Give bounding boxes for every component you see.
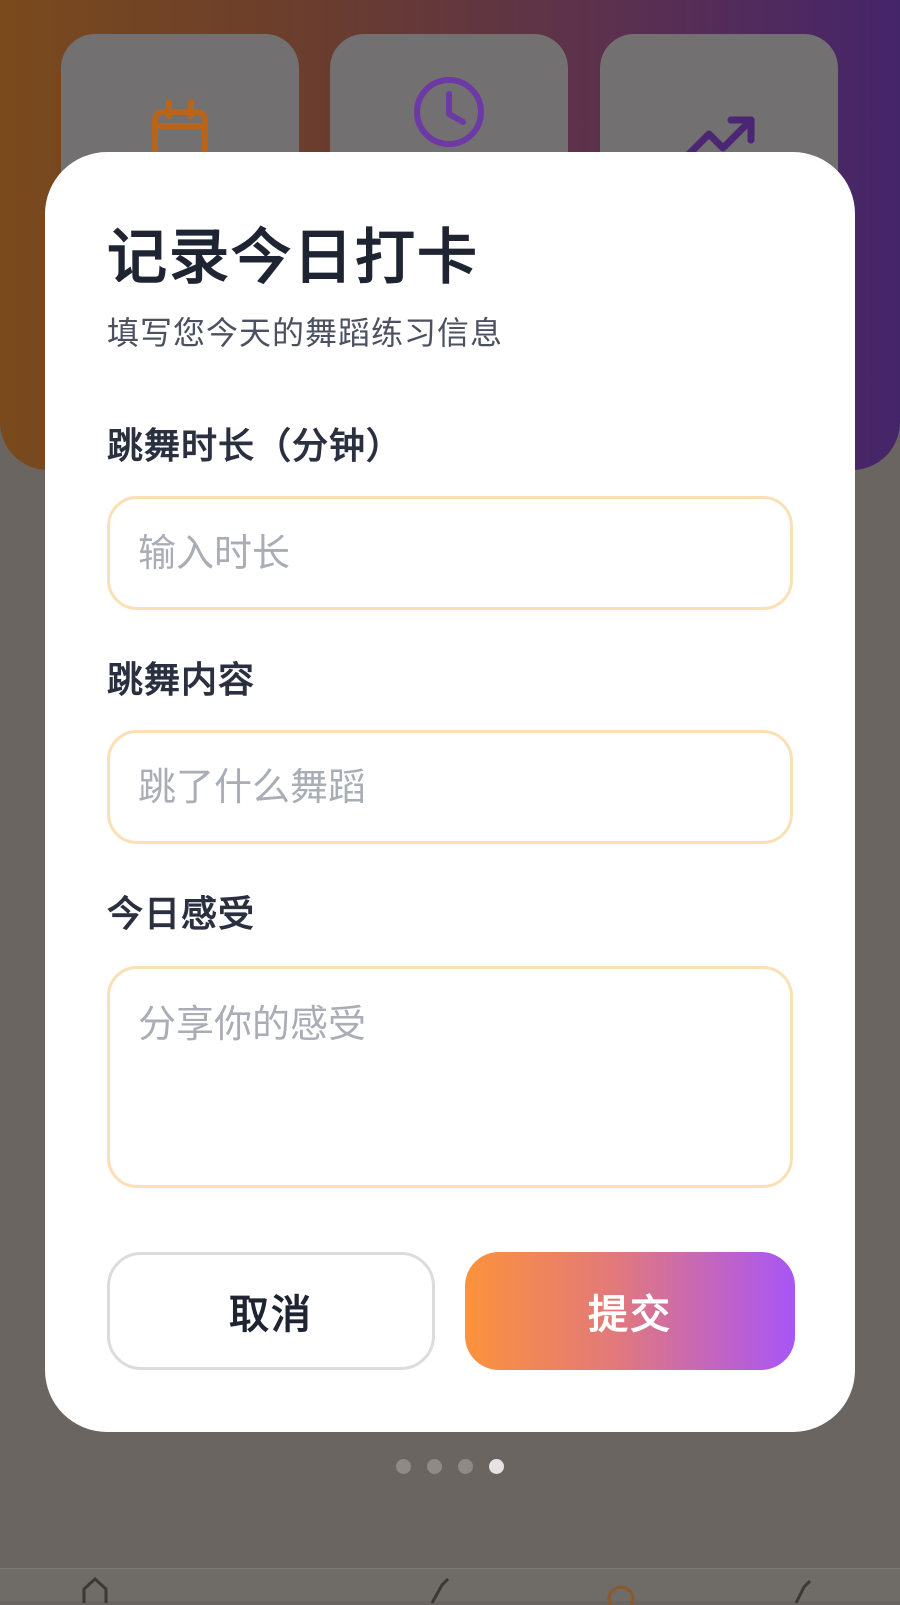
checkin-modal: 记录今日打卡 填写您今天的舞蹈练习信息 跳舞时长（分钟） 跳舞内容 今日感受 取…	[45, 152, 855, 1432]
content-input[interactable]	[107, 730, 793, 844]
page-dot[interactable]	[427, 1459, 442, 1474]
nav-check-icon[interactable]	[428, 1575, 458, 1605]
content-label: 跳舞内容	[107, 660, 256, 701]
bottom-nav	[0, 1568, 900, 1605]
nav-home-icon[interactable]	[80, 1575, 110, 1605]
feeling-textarea[interactable]	[107, 966, 793, 1188]
page-indicator	[0, 1459, 900, 1475]
duration-label: 跳舞时长（分钟）	[107, 426, 404, 467]
submit-button[interactable]: 提交	[465, 1252, 795, 1370]
cancel-button[interactable]: 取消	[107, 1252, 435, 1370]
page-dot[interactable]	[458, 1459, 473, 1474]
duration-input[interactable]	[107, 496, 793, 610]
modal-title: 记录今日打卡	[107, 223, 479, 293]
nav-more-icon[interactable]	[790, 1575, 820, 1605]
clock-icon	[414, 77, 484, 147]
nav-profile-icon[interactable]	[606, 1575, 636, 1605]
modal-subtitle: 填写您今天的舞蹈练习信息	[107, 314, 504, 352]
page-dot[interactable]	[396, 1459, 411, 1474]
feeling-label: 今日感受	[107, 894, 256, 935]
page-dot-active[interactable]	[489, 1459, 504, 1474]
